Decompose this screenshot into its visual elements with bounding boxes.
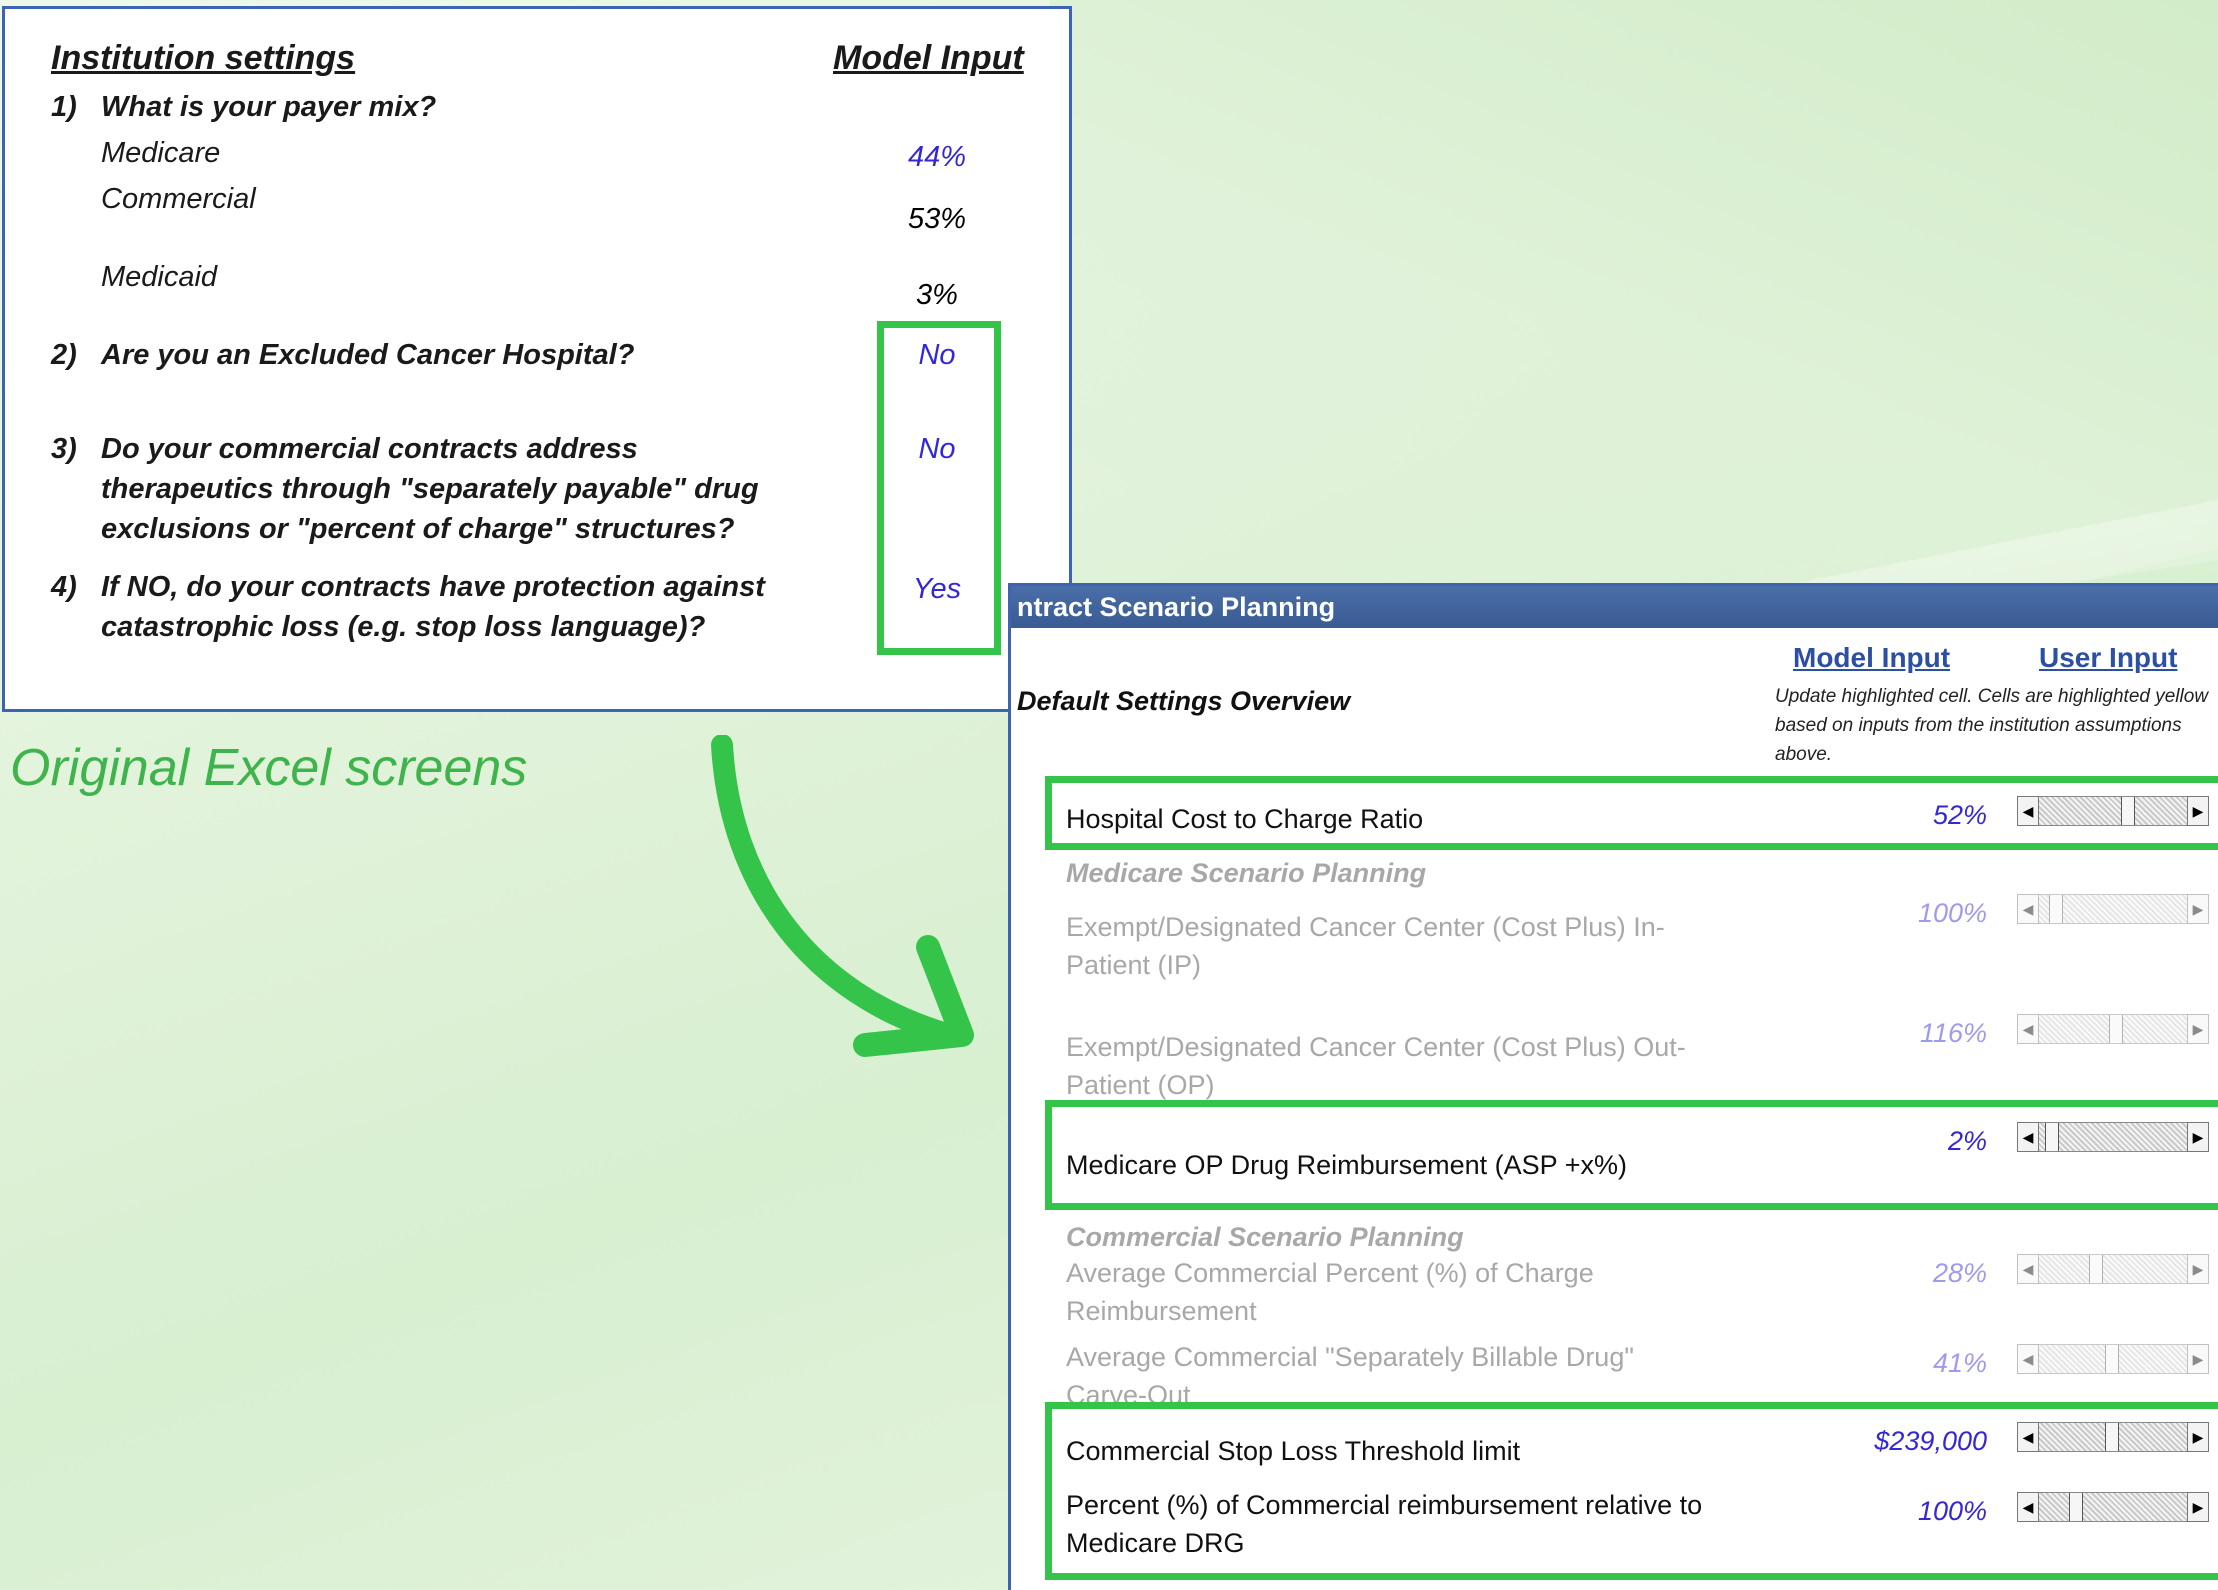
commercial-scenario-heading: Commercial Scenario Planning [1066,1222,1464,1252]
highlight-box [1045,1402,2218,1580]
scroll-left-icon: ◀ [2017,1014,2039,1044]
scroll-right-icon: ▶ [2187,1254,2209,1284]
model-input-header: Model Input [1793,642,1951,673]
contract-scenario-panel: ntract Scenario Planning Model Input Use… [1008,583,2218,1590]
default-settings-overview: Default Settings Overview [1017,686,1351,716]
user-input-header: User Input [2039,642,2178,673]
cost-plus-ip-label-line-2: Patient (IP) [1066,950,1202,980]
pct-of-charge-label-line-2: Reimbursement [1066,1296,1257,1326]
scroll-left-icon: ◀ [2017,1344,2039,1374]
pct-of-charge-value: 28% [1932,1258,1987,1288]
model-input-heading: Model Input [833,39,1024,77]
question-stop-loss-line-1: If NO, do your contracts have protection… [101,571,765,603]
cost-plus-op-label-line-2: Patient (OP) [1066,1070,1215,1100]
question-payer-mix: What is your payer mix? [101,91,437,123]
caption-original-excel-screens: Original Excel screens [10,739,528,797]
cost-plus-ip-label-line-1: Exempt/Designated Cancer Center (Cost Pl… [1066,912,1665,942]
medicare-value[interactable]: 44% [877,141,997,174]
highlight-box [1045,1100,2218,1210]
pct-of-charge-label-line-1: Average Commercial Percent (%) of Charge [1066,1258,1594,1288]
question-excluded-cancer-hospital: Are you an Excluded Cancer Hospital? [101,339,635,371]
question-contracts-line-1: Do your commercial contracts address [101,433,638,465]
question-number: 4) [51,571,77,603]
cost-plus-op-label-line-1: Exempt/Designated Cancer Center (Cost Pl… [1066,1032,1686,1062]
scroll-left-icon: ◀ [2017,1254,2039,1284]
question-contracts-line-3: exclusions or "percent of charge" struct… [101,513,735,545]
carve-out-label-line-1: Average Commercial "Separately Billable … [1066,1342,1634,1372]
scroll-right-icon: ▶ [2187,1014,2209,1044]
highlight-box [877,321,1001,655]
institution-settings-panel: Institution settings Model Input 1) What… [2,6,1072,712]
scroll-right-icon: ▶ [2187,894,2209,924]
medicare-scenario-heading: Medicare Scenario Planning [1066,858,1427,888]
cost-plus-op-value: 116% [1919,1018,1987,1048]
question-number: 1) [51,91,77,123]
commercial-value: 53% [907,203,967,235]
pct-of-charge-slider: ◀ ▶ [2017,1254,2209,1286]
question-stop-loss-line-2: catastrophic loss (e.g. stop loss langua… [101,611,706,643]
carve-out-slider: ◀ ▶ [2017,1344,2209,1376]
commercial-label: Commercial [101,183,256,215]
question-number: 2) [51,339,77,371]
carve-out-value: 41% [1932,1348,1987,1378]
cost-plus-op-slider: ◀ ▶ [2017,1014,2209,1046]
question-contracts-line-2: therapeutics through "separately payable… [101,473,759,505]
medicaid-value: 3% [916,279,958,311]
medicare-label: Medicare [101,137,221,169]
instruction-note: Update highlighted cell. Cells are highl… [1775,686,2209,765]
scroll-left-icon: ◀ [2017,894,2039,924]
contract-scenario-title-bar: ntract Scenario Planning [1011,586,2218,628]
cost-plus-ip-slider: ◀ ▶ [2017,894,2209,926]
medicaid-label: Medicaid [101,261,218,293]
question-number: 3) [51,433,77,465]
institution-settings-heading: Institution settings [51,39,356,77]
scroll-right-icon: ▶ [2187,1344,2209,1374]
carve-out-label-line-2: Carve-Out [1066,1380,1191,1404]
curved-arrow-icon [711,735,974,1057]
highlight-box [1045,776,2218,850]
cost-plus-ip-value: 100% [1917,898,1987,928]
